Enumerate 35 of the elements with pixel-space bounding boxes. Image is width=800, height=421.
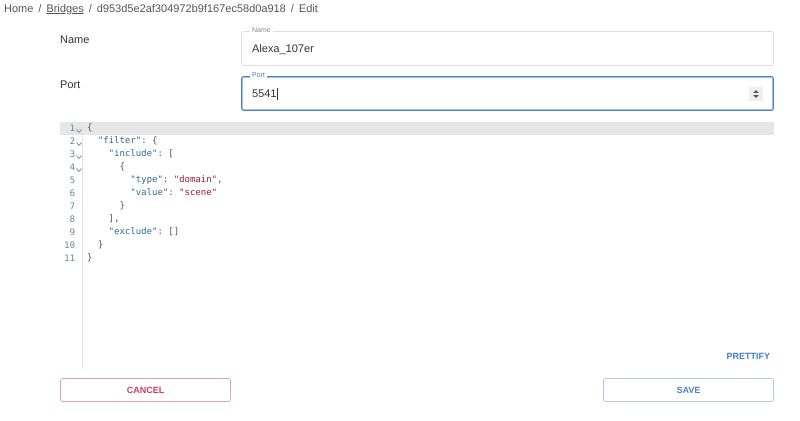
line-number: 8 (70, 214, 75, 224)
code-line: } (96, 239, 104, 252)
line-number: 10 (64, 240, 75, 250)
breadcrumb-separator: / (38, 3, 42, 16)
field-label: Name (60, 33, 90, 48)
line-number: 4 (70, 162, 75, 172)
field-label: Port (60, 78, 82, 93)
code-line: { (118, 161, 126, 174)
line-number: 3 (70, 150, 75, 160)
breadcrumb-separator: / (88, 3, 92, 16)
breadcrumb-item: Home (4, 3, 34, 16)
save-button[interactable]: SAVE (603, 378, 774, 402)
line-number: 11 (64, 254, 75, 264)
cancel-button[interactable]: CANCEL (60, 378, 231, 402)
line-number: 2 (70, 136, 75, 146)
line-number: 5 (70, 176, 75, 186)
code-line: } (118, 200, 126, 213)
prettify-button[interactable]: PRETTIFY (726, 349, 770, 363)
code-line: "filter": { (96, 135, 158, 148)
breadcrumb-item: Edit (298, 3, 318, 16)
breadcrumb-item: d953d5e2af304972b9f167ec58d0a918 (96, 3, 286, 16)
line-number: 1 (70, 124, 75, 134)
line-number: 9 (70, 228, 75, 238)
code-line: "value": "scene" (129, 187, 218, 200)
text-cursor (277, 88, 278, 100)
code-line: "include": [ (108, 148, 175, 161)
spinner-icon[interactable] (749, 86, 763, 100)
line-number: 6 (70, 188, 75, 198)
line-number: 7 (70, 202, 75, 212)
code-line: "type": "domain", (129, 174, 224, 187)
breadcrumb-link[interactable]: Bridges (46, 3, 84, 16)
breadcrumb-separator: / (290, 3, 294, 16)
code-line: "exclude": [] (108, 226, 180, 239)
code-line: ], (108, 213, 121, 226)
code-line: } (86, 252, 94, 265)
